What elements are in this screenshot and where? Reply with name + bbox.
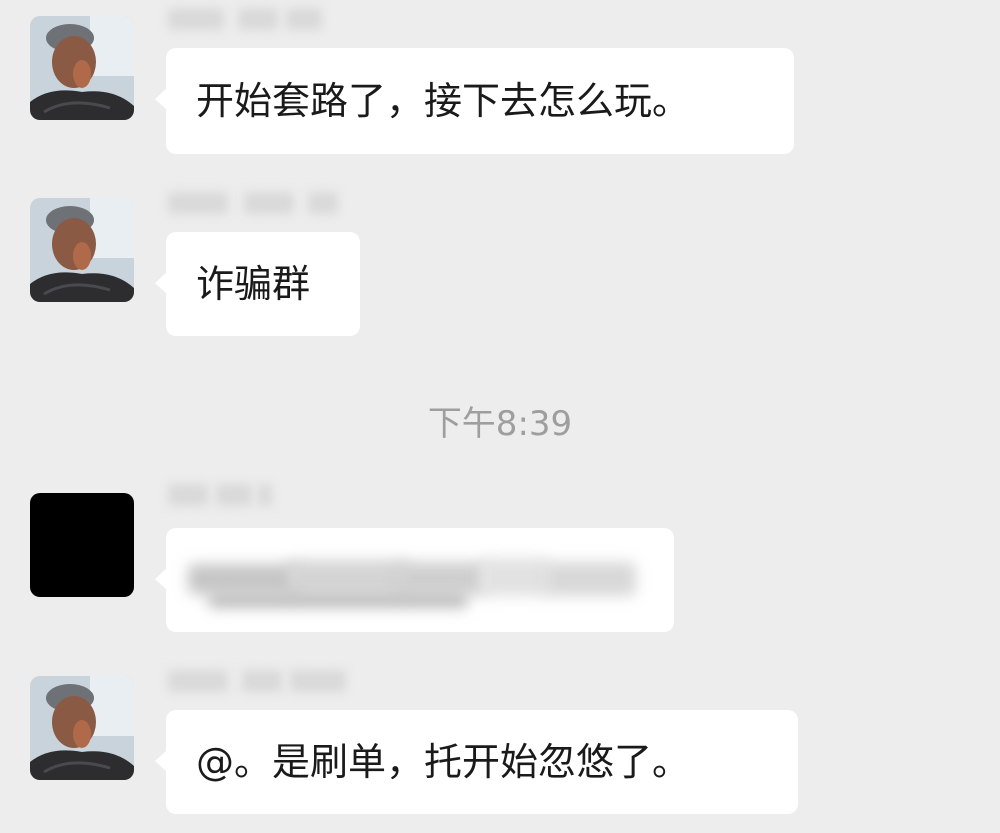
message-bubble[interactable]: 开始套路了，接下去怎么玩。 bbox=[155, 48, 794, 154]
person-photo-icon bbox=[30, 198, 134, 302]
person-photo-icon bbox=[30, 16, 134, 120]
message-bubble[interactable]: @。是刷单，托开始忽悠了。 bbox=[155, 710, 798, 814]
sender-avatar[interactable] bbox=[30, 676, 134, 780]
sender-avatar[interactable] bbox=[30, 198, 134, 302]
person-photo-icon bbox=[30, 676, 134, 780]
redacted-message-text bbox=[188, 548, 638, 612]
chat-timestamp: 下午8:39 bbox=[427, 404, 573, 444]
message-text: @。是刷单，托开始忽悠了。 bbox=[196, 740, 691, 784]
message-text: 诈骗群 bbox=[196, 262, 311, 306]
redacted-message-bubble[interactable] bbox=[155, 528, 674, 632]
message-bubble[interactable]: 诈骗群 bbox=[155, 232, 360, 336]
black-avatar[interactable] bbox=[30, 493, 134, 597]
message-text: 开始套路了，接下去怎么玩。 bbox=[196, 79, 691, 123]
sender-avatar[interactable] bbox=[30, 16, 134, 120]
chat-area: 开始套路了，接下去怎么玩。 诈骗群 下午8:39 @。是刷单，托开始忽悠了。 bbox=[0, 0, 1000, 833]
